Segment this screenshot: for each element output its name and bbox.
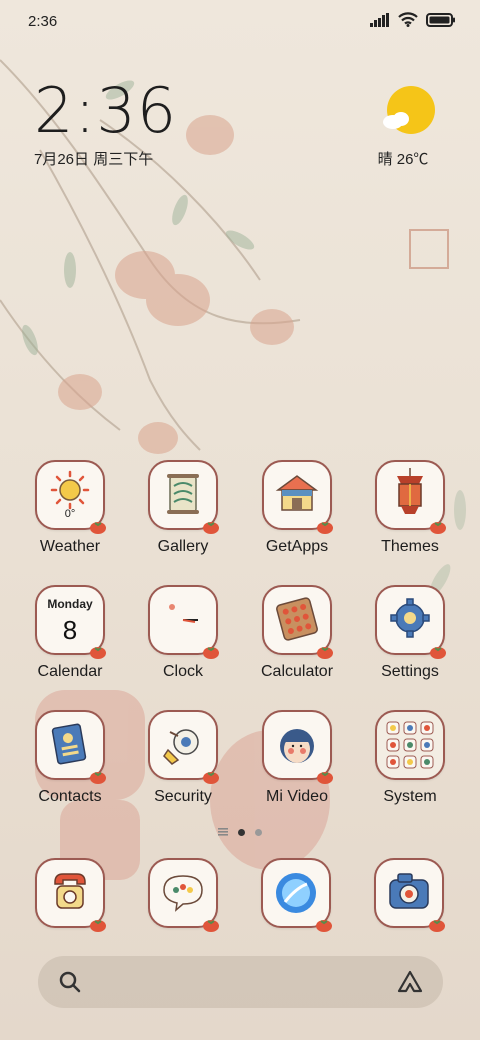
search-bar[interactable] <box>38 956 443 1008</box>
app-label: Clock <box>162 663 203 680</box>
tomato-icon <box>90 920 106 932</box>
sunny-cloud-icon <box>383 86 435 134</box>
app-label: Mi Video <box>266 788 328 805</box>
contacts-app-icon <box>35 710 106 784</box>
app-label: Contacts <box>38 788 102 805</box>
phone-dock-icon[interactable] <box>35 858 106 932</box>
tomato-icon <box>430 522 446 534</box>
calculator-app-icon <box>262 585 333 659</box>
app-clock[interactable]: Clock <box>128 585 238 681</box>
mi-video-app-icon <box>262 710 333 784</box>
clock-widget[interactable]: 2:36 7月26日 周三下午 <box>34 78 177 169</box>
app-contacts[interactable]: Contacts <box>15 710 125 806</box>
tomato-icon <box>317 772 333 784</box>
search-icon <box>59 971 81 993</box>
getapps-app-icon <box>262 460 333 534</box>
themes-app-icon <box>375 460 446 534</box>
clock-date: 7月26日 周三下午 <box>34 151 154 168</box>
signal-icon <box>370 12 389 27</box>
app-settings[interactable]: Settings <box>355 585 465 681</box>
status-bar: 2:36 <box>0 0 480 44</box>
status-time: 2:36 <box>28 13 58 30</box>
app-label: Gallery <box>157 538 209 555</box>
app-label: GetApps <box>265 538 329 555</box>
page-dot-active <box>238 828 245 836</box>
battery-icon <box>426 12 455 27</box>
app-label: Security <box>154 788 212 805</box>
app-calendar[interactable]: Monday 8 Calendar <box>15 585 125 681</box>
app-security[interactable]: Security <box>128 710 238 806</box>
tomato-icon <box>203 920 219 932</box>
weather-app-icon: 0° <box>35 460 106 534</box>
camera-dock-icon[interactable] <box>374 858 445 932</box>
page-dot <box>255 828 262 836</box>
calendar-app-icon: Monday 8 <box>35 585 106 659</box>
tomato-icon <box>317 522 333 534</box>
list-icon <box>218 828 228 836</box>
tomato-icon <box>429 920 445 932</box>
tomato-icon <box>203 772 219 784</box>
messages-dock-icon[interactable] <box>148 858 219 932</box>
clock-app-icon <box>148 585 219 659</box>
app-getapps[interactable]: GetApps <box>242 460 352 556</box>
assistant-icon[interactable] <box>397 970 423 994</box>
app-label: Settings <box>381 663 439 680</box>
app-label: System <box>383 788 437 805</box>
status-icons <box>370 12 456 27</box>
browser-dock-icon[interactable] <box>261 858 332 932</box>
app-label: Calculator <box>260 663 334 680</box>
tomato-icon <box>90 772 106 784</box>
tomato-icon <box>203 647 219 659</box>
weather-badge: 0° <box>64 508 76 520</box>
wifi-icon <box>398 12 418 27</box>
app-label: Themes <box>381 538 439 555</box>
tomato-icon <box>317 647 333 659</box>
weather-temp: 晴 26℃ <box>377 151 429 168</box>
settings-app-icon <box>375 585 446 659</box>
tomato-icon <box>90 647 106 659</box>
app-gallery[interactable]: Gallery <box>128 460 238 556</box>
app-label: Weather <box>39 538 101 555</box>
app-system-folder[interactable]: System <box>355 710 465 806</box>
page-indicator[interactable] <box>0 828 480 836</box>
app-weather[interactable]: 0° Weather <box>15 460 125 556</box>
system-folder-icon <box>375 710 445 780</box>
clock-time: 2:36 <box>34 74 178 147</box>
calendar-date: 8 <box>62 615 78 645</box>
security-app-icon <box>148 710 219 784</box>
tomato-icon <box>203 522 219 534</box>
calendar-day: Monday <box>47 597 93 611</box>
app-mi-video[interactable]: Mi Video <box>242 710 352 806</box>
app-calculator[interactable]: Calculator <box>242 585 352 681</box>
weather-widget[interactable]: 晴 26℃ <box>374 86 444 169</box>
app-label: Calendar <box>37 663 103 680</box>
tomato-icon <box>430 647 446 659</box>
app-themes[interactable]: Themes <box>355 460 465 556</box>
gallery-app-icon <box>148 460 219 534</box>
tomato-icon <box>90 522 106 534</box>
tomato-icon <box>316 920 332 932</box>
